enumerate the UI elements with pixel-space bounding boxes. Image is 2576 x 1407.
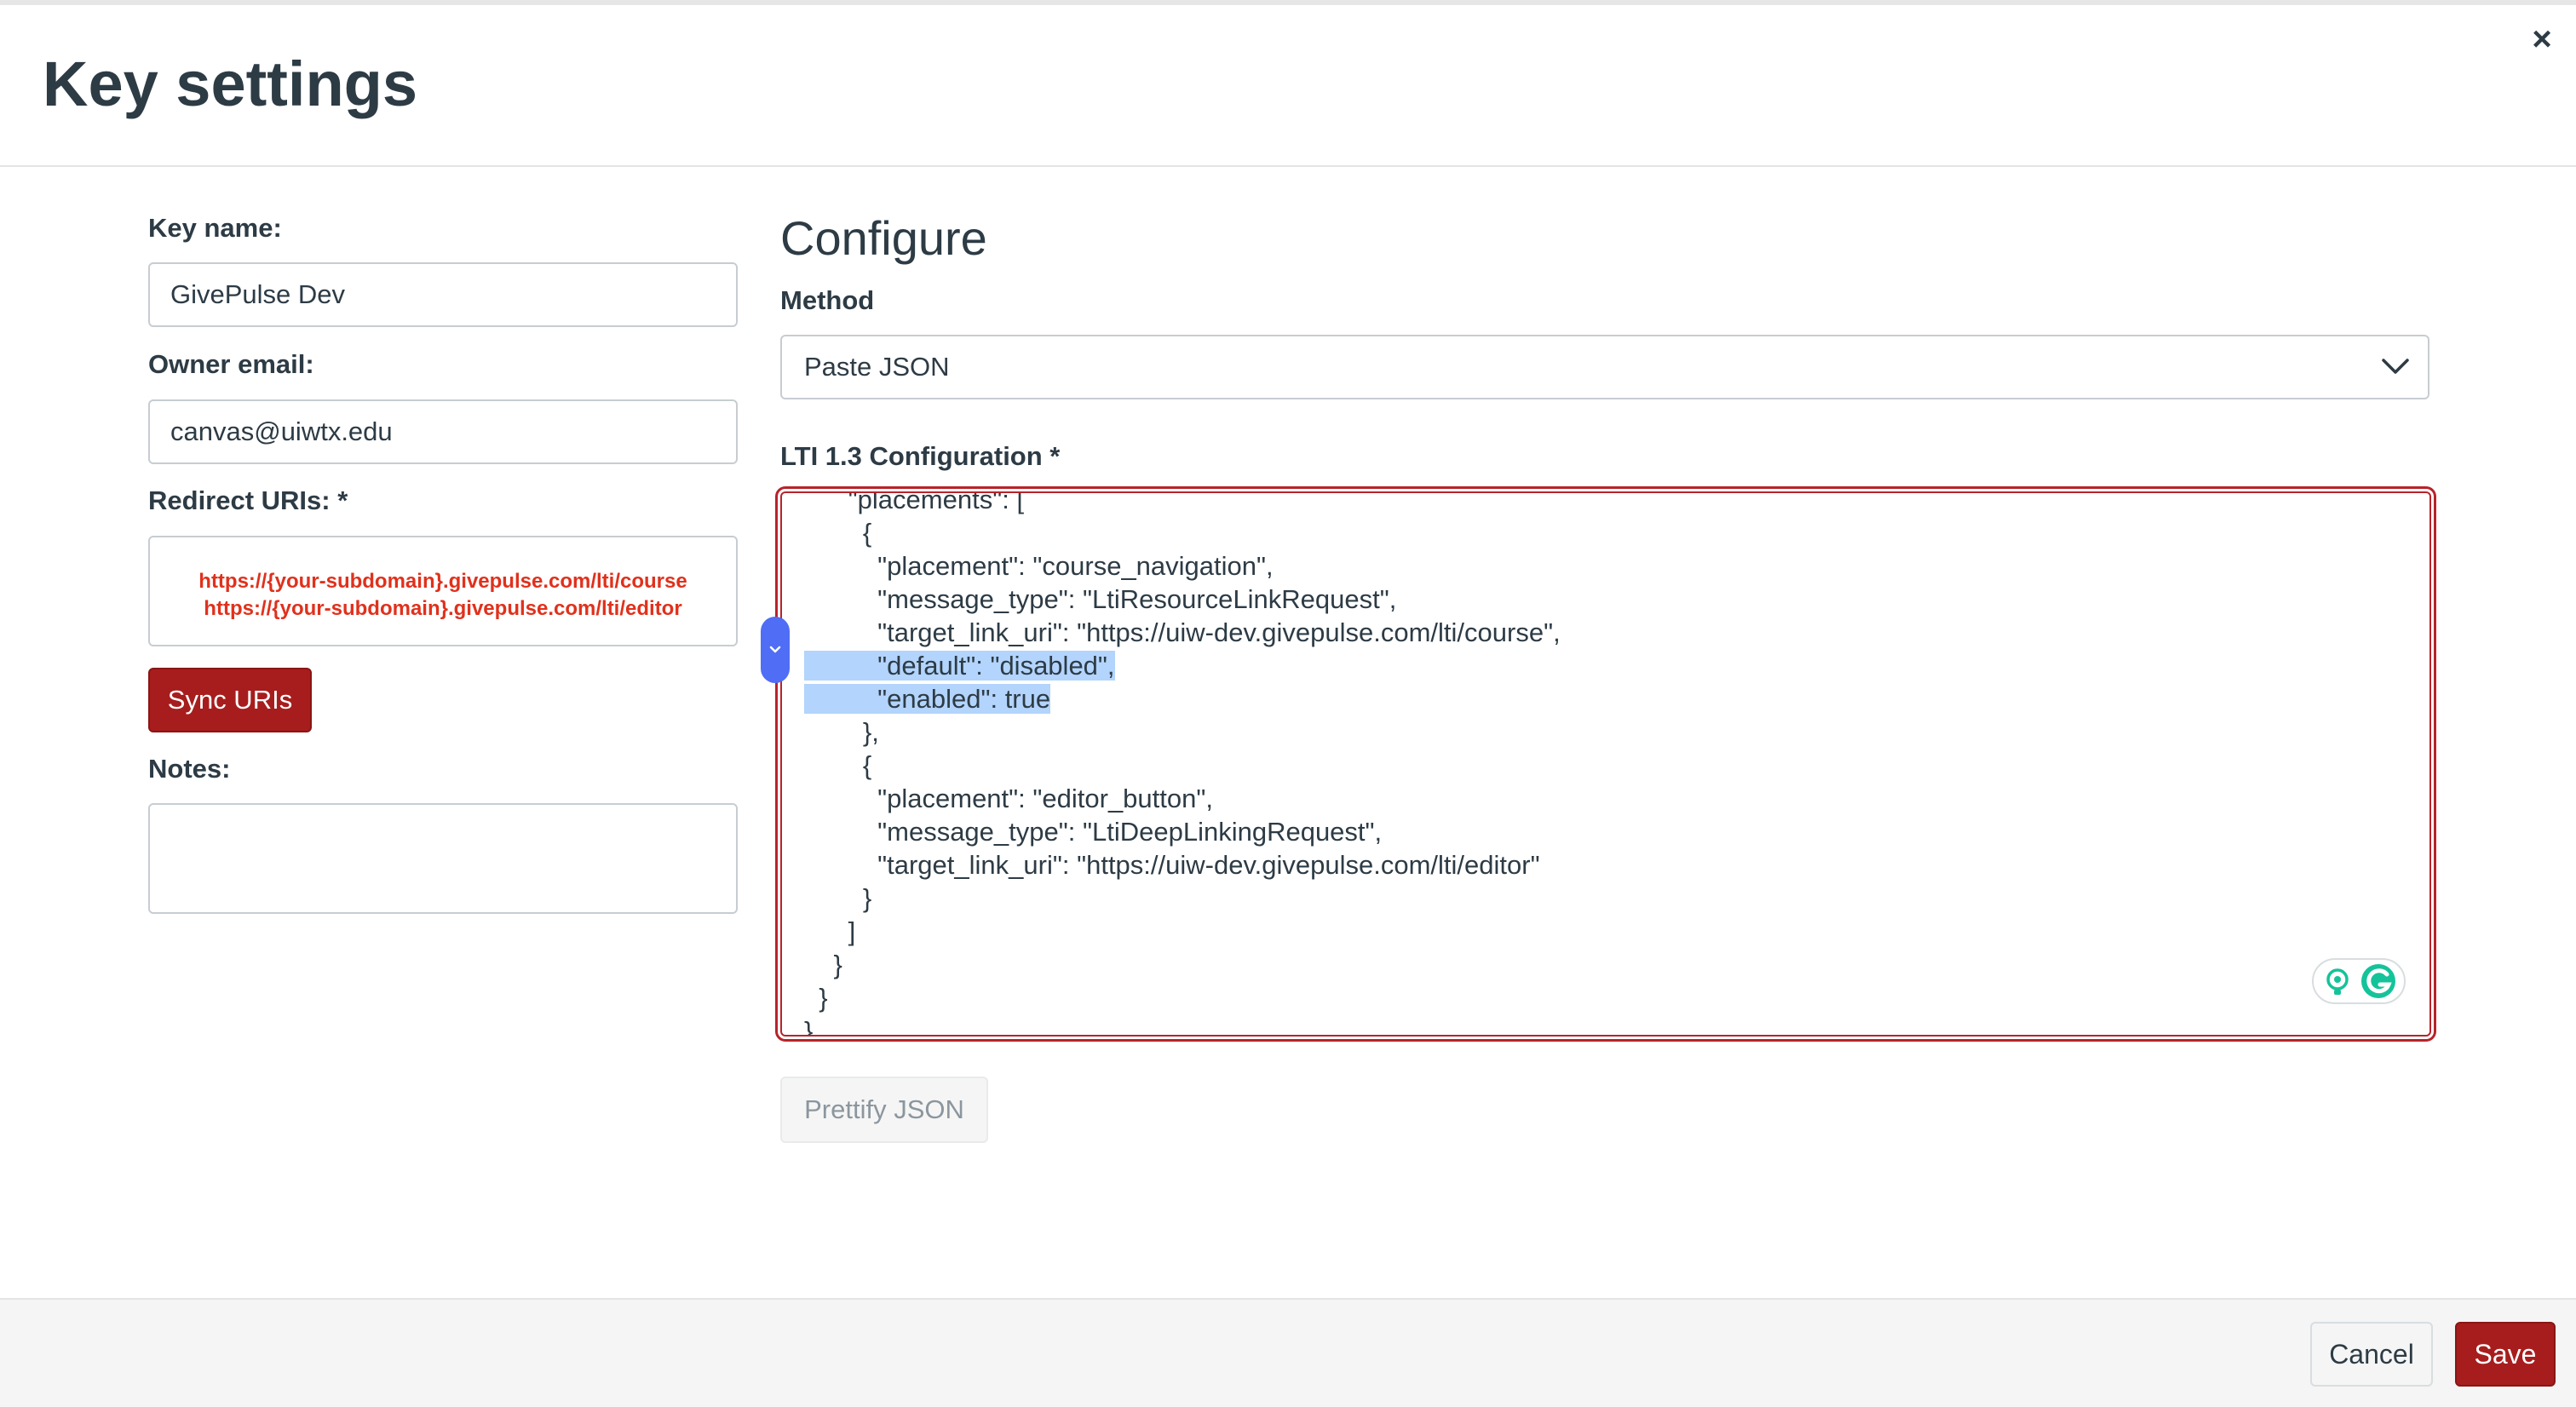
code-line: { xyxy=(804,750,872,780)
redirect-uri-line: https://{your-subdomain}.givepulse.com/l… xyxy=(204,597,682,620)
redirect-uri-line: https://{your-subdomain}.givepulse.com/l… xyxy=(198,570,687,593)
lightbulb-icon xyxy=(2326,964,2395,998)
code-line: "message_type": "LtiDeepLinkingRequest", xyxy=(804,817,1383,847)
save-button[interactable]: Save xyxy=(2455,1322,2556,1387)
code-line: "target_link_uri": "https://uiw-dev.give… xyxy=(804,850,1540,880)
code-line: "placement": "course_navigation", xyxy=(804,551,1274,581)
redirect-uris-textarea[interactable]: https://{your-subdomain}.givepulse.com/l… xyxy=(148,536,738,646)
prettify-json-button[interactable]: Prettify JSON xyxy=(780,1077,988,1143)
code-line: "message_type": "LtiResourceLinkRequest"… xyxy=(804,584,1397,614)
chevron-down-icon[interactable] xyxy=(2378,349,2412,383)
code-line: "target_link_uri": "https://uiw-dev.give… xyxy=(804,617,1561,647)
code-line: } xyxy=(804,1016,814,1037)
selected-code-line: "default": "disabled", xyxy=(804,651,1115,681)
grammarly-widget[interactable] xyxy=(2312,958,2406,1004)
selected-code-line: "enabled": true xyxy=(804,684,1051,714)
redirect-uris-label: Redirect URIs: * xyxy=(148,485,348,515)
modal-title: Key settings xyxy=(43,49,418,119)
notes-textarea[interactable] xyxy=(148,803,738,914)
code-line: { xyxy=(804,518,872,548)
code-line: "placement": "editor_button", xyxy=(804,784,1213,813)
chevron-down-icon xyxy=(769,646,781,653)
modal-footer xyxy=(0,1298,2576,1407)
key-name-input[interactable]: GivePulse Dev xyxy=(148,262,738,327)
owner-email-label: Owner email: xyxy=(148,349,314,379)
lti-config-label: LTI 1.3 Configuration * xyxy=(780,441,1061,471)
code-line: ] xyxy=(804,916,856,946)
code-line: "placements": [ xyxy=(804,491,1025,514)
notes-label: Notes: xyxy=(148,754,231,784)
method-label: Method xyxy=(780,285,875,315)
sync-uris-button[interactable]: Sync URIs xyxy=(148,668,312,732)
method-select[interactable]: Paste JSON xyxy=(780,335,2429,399)
cancel-button[interactable]: Cancel xyxy=(2310,1322,2433,1387)
modal-header: Key settings xyxy=(0,5,2576,167)
code-line: }, xyxy=(804,717,879,747)
lti-config-textarea[interactable]: "placements": [ { "placement": "course_n… xyxy=(780,491,2431,1037)
code-line: } xyxy=(804,883,872,913)
code-line: } xyxy=(804,950,842,979)
key-name-label: Key name: xyxy=(148,213,282,243)
json-code: "placements": [ { "placement": "course_n… xyxy=(804,491,1561,1037)
configure-heading: Configure xyxy=(780,211,987,265)
drag-handle[interactable] xyxy=(761,617,790,683)
close-icon[interactable]: × xyxy=(2525,22,2559,56)
owner-email-input[interactable]: canvas@uiwtx.edu xyxy=(148,399,738,464)
code-line: } xyxy=(804,983,828,1013)
